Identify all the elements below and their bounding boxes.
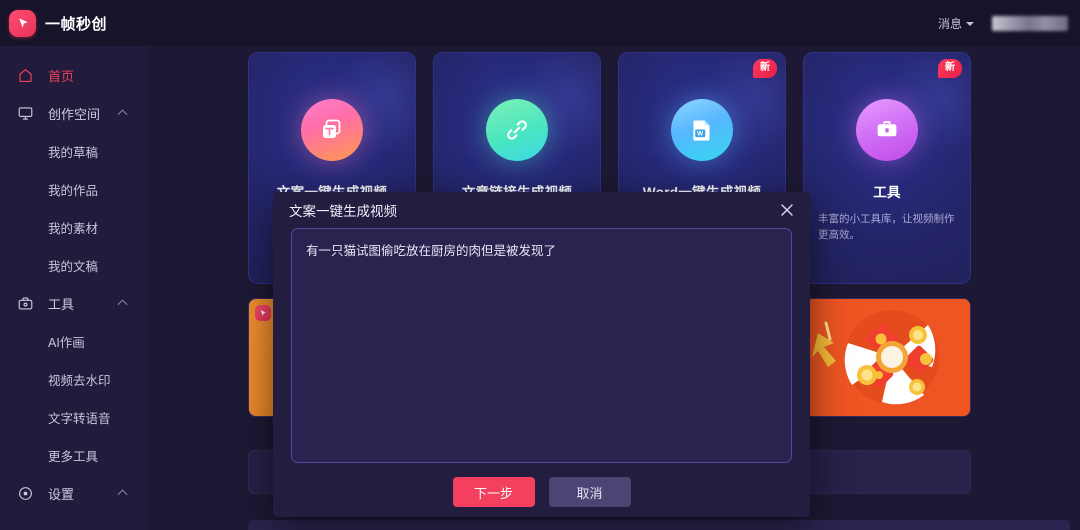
home-icon <box>16 66 34 84</box>
sidebar-subitem-more-tools[interactable]: 更多工具 <box>0 436 148 474</box>
promo-card-lucky-wheel[interactable] <box>803 298 971 417</box>
script-input[interactable] <box>291 227 792 463</box>
feature-card-tools[interactable]: 新 工具 丰富的小工具库，让视频制作更高效。 <box>803 52 971 284</box>
sidebar-item-settings-label: 设置 <box>48 486 75 502</box>
message-menu-label: 消息 <box>937 16 962 31</box>
close-icon[interactable] <box>778 201 796 219</box>
chevron-up-icon[interactable] <box>117 299 128 310</box>
sidebar-subitem-my-documents[interactable]: 我的文稿 <box>0 246 148 284</box>
sidebar-item-workspace-label: 创作空间 <box>48 106 101 122</box>
sidebar-subitem-video-watermark-removal[interactable]: 视频去水印 <box>0 360 148 398</box>
modal-header: 文案一键生成视频 <box>273 192 810 228</box>
sidebar-item-workspace[interactable]: 创作空间 <box>0 94 148 132</box>
feature-card-description: 丰富的小工具库，让视频制作更高效。 <box>818 213 955 242</box>
modal-body <box>273 227 810 468</box>
toolbox-icon <box>16 294 34 312</box>
sidebar-item-home[interactable]: 首页 <box>0 56 148 94</box>
lucky-wheel-image <box>804 299 970 416</box>
placeholder-card[interactable] <box>803 450 971 494</box>
message-menu[interactable]: 消息 <box>938 15 974 32</box>
top-bar-right: 消息 <box>938 15 1080 32</box>
sidebar-submenu-workspace: 我的草稿 我的作品 我的素材 我的文稿 <box>0 132 148 284</box>
text-document-icon <box>301 99 363 161</box>
badge-new: 新 <box>938 59 962 78</box>
modal-footer: 下一步 取消 <box>273 468 810 517</box>
chevron-up-icon[interactable] <box>117 109 128 120</box>
feature-card-title: 工具 <box>873 185 901 200</box>
play-logo-icon <box>9 9 36 37</box>
top-bar: 一帧秒创 消息 <box>0 0 1080 46</box>
sidebar-subitem-my-works[interactable]: 我的作品 <box>0 170 148 208</box>
cancel-button[interactable]: 取消 <box>548 477 631 508</box>
link-icon <box>486 99 548 161</box>
sidebar-subitem-text-to-speech[interactable]: 文字转语音 <box>0 398 148 436</box>
chevron-up-icon[interactable] <box>117 489 128 500</box>
modal-title: 文案一键生成视频 <box>289 203 397 219</box>
user-account-blurred[interactable] <box>992 15 1068 31</box>
sidebar-item-settings[interactable]: 设置 <box>0 474 148 512</box>
sidebar-item-tools[interactable]: 工具 <box>0 284 148 322</box>
word-file-icon: W <box>671 99 733 161</box>
badge-new: 新 <box>753 59 777 78</box>
sidebar-subitem-my-materials[interactable]: 我的素材 <box>0 208 148 246</box>
chevron-down-icon <box>966 22 974 26</box>
sidebar-subitem-ai-painting[interactable]: AI作画 <box>0 322 148 360</box>
bottom-strip <box>248 520 1070 530</box>
sidebar-subitem-my-drafts[interactable]: 我的草稿 <box>0 132 148 170</box>
toolbox-icon <box>856 99 918 161</box>
sidebar-item-home-label: 首页 <box>48 68 75 84</box>
settings-icon <box>16 484 34 502</box>
next-step-button[interactable]: 下一步 <box>452 477 535 508</box>
sidebar: 首页 创作空间 我的草稿 我的作品 我的素材 我的文稿 工具 AI作画 视频去水… <box>0 46 148 530</box>
app-root: 一帧秒创 消息 首页 创作空间 我的草稿 我的作品 我的素材 我的文稿 工具 A… <box>0 0 1080 530</box>
brand[interactable]: 一帧秒创 <box>0 9 108 37</box>
monitor-icon <box>16 104 34 122</box>
text-to-video-modal: 文案一键生成视频 下一步 取消 <box>273 192 810 517</box>
brand-name: 一帧秒创 <box>45 15 108 33</box>
play-logo-icon <box>255 305 271 321</box>
svg-text:W: W <box>697 131 704 138</box>
sidebar-item-tools-label: 工具 <box>48 296 75 312</box>
sidebar-submenu-tools: AI作画 视频去水印 文字转语音 更多工具 <box>0 322 148 474</box>
